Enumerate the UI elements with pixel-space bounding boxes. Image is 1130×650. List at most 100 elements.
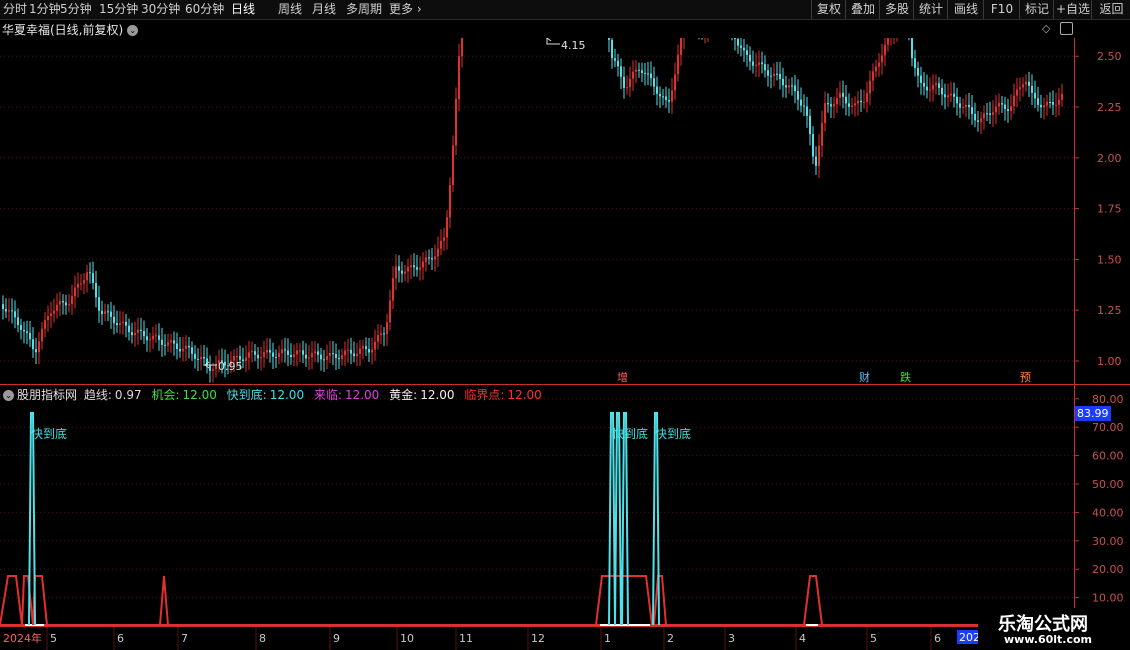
candle-body <box>932 85 934 90</box>
period-tab-daily[interactable]: 日线 <box>231 1 255 18</box>
candle-body <box>68 304 70 306</box>
period-tab-multi[interactable]: 多周期 <box>346 1 382 18</box>
signal-labels: 快到底 快到底 快到底 <box>31 426 691 441</box>
period-tab-intraday[interactable]: 分时 <box>3 1 27 18</box>
period-tab-15min[interactable]: 15分钟 <box>99 1 138 18</box>
candle-body <box>341 355 343 360</box>
indicator-header: ⌄ 股朋指标网 趋线: 0.97 机会: 12.00 快到底: 12.00 来临: 12.… <box>0 386 548 403</box>
candle-body <box>734 38 736 39</box>
candle-body <box>386 322 388 335</box>
high-marker: 4.15 <box>546 38 586 52</box>
month-label: 9 <box>333 632 340 645</box>
period-tab-more[interactable]: 更多 › <box>389 1 422 18</box>
price-tick-label: 1.75 <box>1097 203 1122 216</box>
candle-body <box>299 350 301 352</box>
chevron-down-icon[interactable]: ⌄ <box>3 390 14 401</box>
candle-body <box>281 349 283 354</box>
candle-body <box>314 351 316 354</box>
event-tag-increase[interactable]: 增 <box>617 370 628 384</box>
candle-body <box>248 352 250 358</box>
candle-body <box>785 85 787 88</box>
period-tab-monthly[interactable]: 月线 <box>312 1 336 18</box>
candle-body <box>968 104 970 108</box>
multi-stock-button[interactable]: 多股 <box>879 0 914 19</box>
candle-body <box>629 78 631 88</box>
candle-body <box>134 332 136 336</box>
candle-body <box>392 278 394 301</box>
candle-body <box>44 320 46 329</box>
mark-button[interactable]: 标记 <box>1019 0 1054 19</box>
month-label: 12 <box>531 632 545 645</box>
near-bottom-spike <box>608 412 616 626</box>
candle-body <box>323 359 325 361</box>
critical-line <box>595 575 667 626</box>
candle-body <box>911 38 913 59</box>
candle-body <box>95 283 97 298</box>
candle-body <box>110 311 112 317</box>
date-x-axis: 2024年 202 5 6 7 8 9 10 11 12 1 2 3 4 5 6 <box>3 627 980 650</box>
candle-body <box>872 71 874 81</box>
candle-body <box>428 257 430 259</box>
candle-body <box>638 69 640 71</box>
indicator-tick-label: 30.00 <box>1092 535 1124 548</box>
candle-body <box>200 357 202 360</box>
restore-rights-button[interactable]: 复权 <box>811 0 846 19</box>
candle-body <box>317 351 319 355</box>
candle-body <box>401 270 403 274</box>
add-watchlist-button[interactable]: +自选 <box>1053 0 1092 19</box>
indicator-item-near-bottom: 快到底: 12.00 <box>226 388 305 402</box>
candle-body <box>845 96 847 104</box>
f10-button[interactable]: F10 <box>983 0 1020 19</box>
candle-body <box>173 340 175 344</box>
candle-body <box>443 237 445 241</box>
period-tab-30min[interactable]: 30分钟 <box>141 1 180 18</box>
chart-canvas: 4.003.753.503.253.002.752.502.252.001.75… <box>0 38 1130 650</box>
event-tag-drop[interactable]: 跌 <box>900 370 911 384</box>
candle-body <box>383 333 385 335</box>
period-tab-60min[interactable]: 60分钟 <box>185 1 224 18</box>
candle-body <box>764 64 766 71</box>
candle-body <box>650 73 652 79</box>
candle-body <box>1025 81 1027 85</box>
back-button[interactable]: 返回 <box>1091 0 1130 19</box>
candle-body <box>191 347 193 354</box>
candle-body <box>1049 101 1051 103</box>
candle-body <box>335 353 337 358</box>
price-chart-title[interactable]: 华夏幸福(日线,前复权) ⌄ <box>2 21 139 38</box>
candle-body <box>416 267 418 270</box>
signal-label: 快到底 <box>655 426 691 441</box>
period-tab-1min[interactable]: 1分钟 <box>29 1 61 18</box>
indicator-name[interactable]: 股朋指标网 <box>17 388 77 402</box>
diamond-icon[interactable]: ◇ <box>1042 22 1050 35</box>
chevron-down-icon[interactable]: ⌄ <box>127 25 139 36</box>
candle-body <box>11 310 13 312</box>
near-bottom-spike <box>621 412 629 626</box>
candle-body <box>197 358 199 360</box>
candle-body <box>776 73 778 75</box>
event-tag-forecast[interactable]: 预 <box>1020 371 1031 384</box>
candle-body <box>26 331 28 333</box>
chevron-right-icon: › <box>413 2 422 16</box>
candle-body <box>293 354 295 358</box>
candle-body <box>1058 99 1060 105</box>
candle-body <box>359 348 361 354</box>
near-bottom-spike <box>28 412 36 626</box>
price-tick-label: 1.00 <box>1097 355 1122 368</box>
statistics-button[interactable]: 统计 <box>913 0 948 19</box>
candle-body <box>791 85 793 87</box>
panel-toggle-icon[interactable] <box>1060 22 1073 35</box>
candle-body <box>305 354 307 359</box>
period-tab-weekly[interactable]: 周线 <box>278 1 302 18</box>
event-tag-finance[interactable]: 财 <box>859 370 870 384</box>
candle-body <box>188 345 190 348</box>
candle-body <box>347 349 349 351</box>
period-tab-5min[interactable]: 5分钟 <box>60 1 92 18</box>
overlay-button[interactable]: 叠加 <box>845 0 880 19</box>
signal-label: 快到底 <box>612 426 648 441</box>
event-tags: 增 财 跌 预 <box>617 370 1031 384</box>
candle-body <box>326 355 328 360</box>
candle-body <box>956 96 958 104</box>
candle-body <box>77 284 79 288</box>
draw-line-button[interactable]: 画线 <box>947 0 984 19</box>
candle-body <box>644 72 646 74</box>
